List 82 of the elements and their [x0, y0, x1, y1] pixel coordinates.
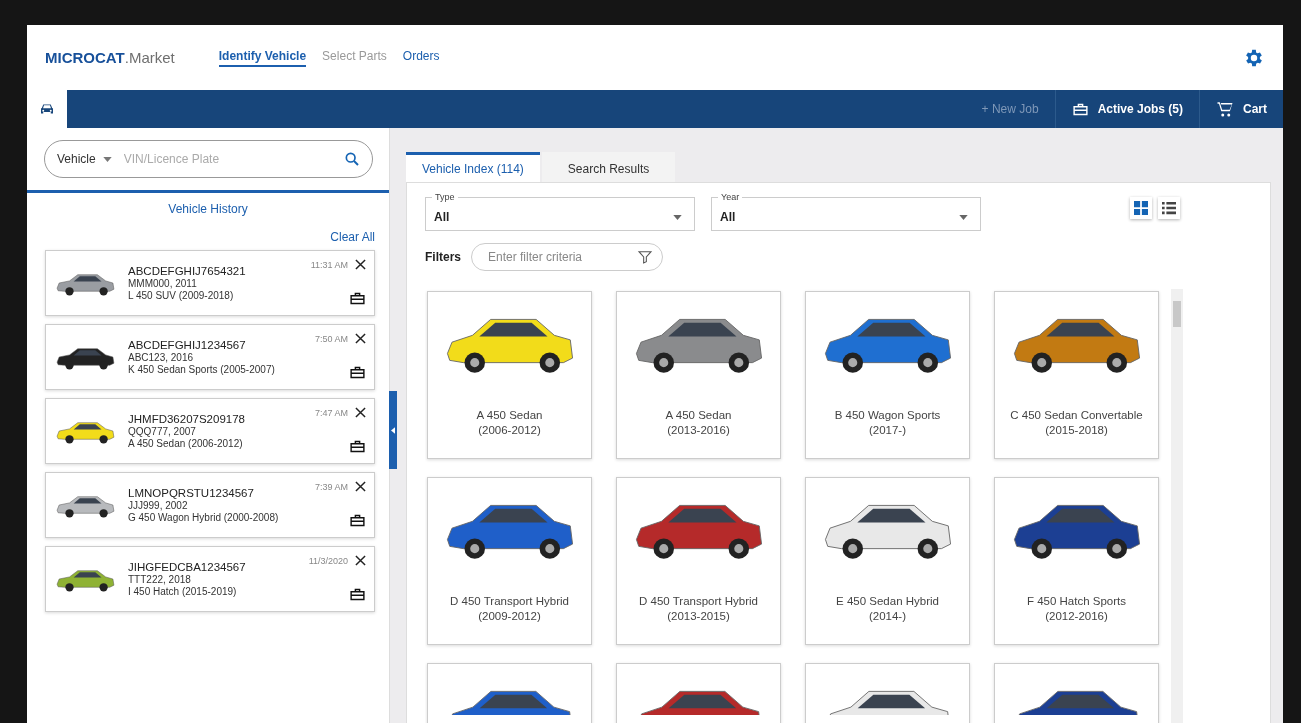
- briefcase-icon[interactable]: [349, 364, 366, 381]
- time-text: 7:50 AM: [314, 333, 348, 344]
- vehicle-name: E 450 Sedan Hybrid: [836, 594, 939, 609]
- search-icon[interactable]: [344, 151, 360, 167]
- filter-icon[interactable]: [637, 249, 653, 265]
- list-view-button[interactable]: [1158, 197, 1180, 219]
- close-icon[interactable]: [355, 333, 366, 344]
- tab[interactable]: Vehicle Index (114): [406, 152, 540, 182]
- close-icon[interactable]: [355, 555, 366, 566]
- vehicle-card[interactable]: D 450 Transport Hybrid (2013-2015): [616, 477, 781, 645]
- vin-text: ABCDEFGHIJ7654321: [128, 265, 247, 277]
- close-icon[interactable]: [355, 407, 366, 418]
- time-text: 11/3/2020: [308, 555, 348, 566]
- chevron-left-icon: [391, 426, 395, 434]
- plate-text: TTT222, 2018: [128, 574, 192, 585]
- briefcase-icon[interactable]: [349, 290, 366, 307]
- field-label: Type: [432, 192, 458, 202]
- history-card[interactable]: LMNOPQRSTU1234567 JJJ999, 2002 G 450 Wagon Hybrid (2000-2008) 7:39 AM: [45, 472, 375, 538]
- nav-link[interactable]: Identify Vehicle: [218, 48, 307, 67]
- vehicle-name: A 450 Sedan: [476, 408, 543, 423]
- clear-all-link[interactable]: Clear All: [330, 230, 375, 244]
- vehicle-years: (2013-2015): [667, 609, 730, 624]
- vin-text: LMNOPQRSTU1234567: [128, 487, 255, 499]
- grid-view-button[interactable]: [1130, 197, 1152, 219]
- vehicle-years: (2014-): [868, 609, 907, 624]
- field-label: Year: [718, 192, 743, 202]
- vin-text: ABCDEFGHIJ1234567: [128, 339, 247, 351]
- nav-link[interactable]: Orders: [402, 48, 440, 67]
- vin-text: JHMFD36207S209178: [128, 413, 246, 425]
- model-text: L 450 SUV (2009-2018): [128, 290, 235, 301]
- vehicle-card[interactable]: B 450 Wagon Sports (2017-): [805, 291, 970, 459]
- vehicle-card[interactable]: F 450 Hatch Sports (2012-2016): [994, 477, 1159, 645]
- vehicle-name: F 450 Hatch Sports: [1026, 594, 1127, 609]
- model-text: G 450 Wagon Hybrid (2000-2008): [128, 512, 280, 523]
- vehicle-card[interactable]: A 450 Sedan (2013-2016): [616, 291, 781, 459]
- vehicle-years: (2015-2018): [1045, 423, 1108, 438]
- vehicle-years: (2009-2012): [478, 609, 541, 624]
- tab[interactable]: Search Results: [541, 152, 676, 182]
- vehicle-years: (2006-2012): [478, 423, 541, 438]
- history-card[interactable]: ABCDEFGHIJ1234567 ABC123, 2016 K 450 Sedan Sports (2005-2007) 7:50 AM: [45, 324, 375, 390]
- vin-text: JIHGFEDCBA1234567: [128, 561, 247, 573]
- time-text: 11:31 AM: [310, 259, 348, 270]
- close-icon[interactable]: [355, 481, 366, 492]
- caret-icon: [102, 156, 112, 162]
- vehicle-years: (2013-2016): [667, 423, 730, 438]
- vehicle-dropdown[interactable]: Vehicle: [57, 152, 112, 166]
- plate-text: ABC123, 2016: [128, 352, 195, 363]
- vehicle-card[interactable]: C 450 Sedan Convertable (2015-2018): [994, 291, 1159, 459]
- close-icon[interactable]: [355, 259, 366, 270]
- vehicle-name: D 450 Transport Hybrid: [639, 594, 758, 609]
- vehicle-years: (2017-): [868, 423, 907, 438]
- time-text: 7:39 AM: [314, 481, 348, 492]
- history-card[interactable]: JIHGFEDCBA1234567 TTT222, 2018 I 450 Hatch (2015-2019) 11/3/2020: [45, 546, 375, 612]
- scrollbar[interactable]: [1171, 289, 1183, 723]
- plate-text: MMM000, 2011: [128, 278, 198, 289]
- model-text: K 450 Sedan Sports (2005-2007): [128, 364, 276, 375]
- model-text: A 450 Sedan (2006-2012): [128, 438, 244, 449]
- vehicle-name: B 450 Wagon Sports: [834, 408, 941, 423]
- history-card[interactable]: ABCDEFGHIJ7654321 MMM000, 2011 L 450 SUV (2009-2018) 11:31 AM: [45, 250, 375, 316]
- filter-field[interactable]: Enter filter criteria: [471, 243, 663, 271]
- vehicle-card[interactable]: A 450 Sedan (2006-2012): [427, 291, 592, 459]
- vehicle-card[interactable]: E 450 Sedan Hybrid (2014-): [805, 477, 970, 645]
- vehicle-card[interactable]: D 450 Transport Hybrid (2009-2012): [427, 477, 592, 645]
- caret-icon: [673, 214, 682, 220]
- vehicle-name: C 450 Sedan Convertable: [1010, 408, 1143, 423]
- model-text: I 450 Hatch (2015-2019): [128, 586, 238, 597]
- vehicle-name: A 450 Sedan: [665, 408, 732, 423]
- plate-text: QQQ777, 2007: [128, 426, 197, 437]
- vehicle-name: D 450 Transport Hybrid: [450, 594, 569, 609]
- filters-label: Filters: [425, 250, 461, 264]
- vehicle-years: (2012-2016): [1045, 609, 1108, 624]
- cart-icon: [1216, 100, 1234, 118]
- caret-icon: [959, 214, 968, 220]
- plate-text: JJJ999, 2002: [128, 500, 189, 511]
- collapse-handle[interactable]: [389, 391, 397, 469]
- briefcase-icon[interactable]: [349, 586, 366, 603]
- history-card[interactable]: JHMFD36207S209178 QQQ777, 2007 A 450 Sedan (2006-2012) 7:47 AM: [45, 398, 375, 464]
- briefcase-icon[interactable]: [349, 438, 366, 455]
- time-text: 7:47 AM: [314, 407, 348, 418]
- section-title: Vehicle History: [167, 202, 249, 216]
- briefcase-icon[interactable]: [349, 512, 366, 529]
- logo: MICROCAT.Market: [45, 49, 175, 66]
